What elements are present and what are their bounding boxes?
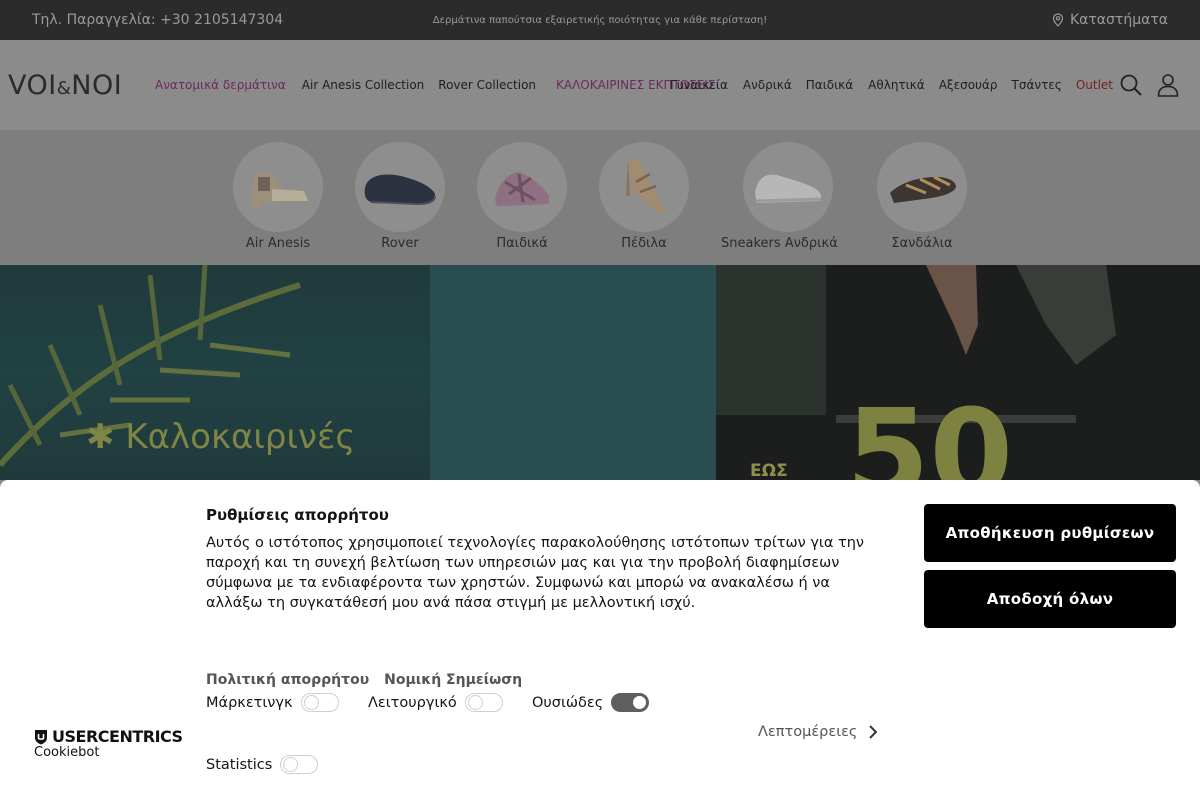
top-bar: Τηλ. Παραγγελία: +30 2105147304 Δερμάτιν… — [0, 0, 1200, 40]
chevron-right-icon — [869, 725, 878, 739]
asterisk-icon: ✱ — [86, 417, 115, 457]
flat-sandal-icon — [890, 175, 956, 203]
main-nav: Ανατομικά δερμάτινα Air Anesis Collectio… — [151, 76, 1113, 94]
save-settings-button[interactable]: Αποθήκευση ρυθμίσεων — [924, 504, 1176, 562]
category-kids[interactable]: Παιδικά — [477, 142, 567, 251]
site-logo[interactable]: VOI&NOI — [8, 70, 151, 101]
loafer-icon — [364, 174, 436, 206]
category-rover[interactable]: Rover — [355, 142, 445, 251]
order-phone[interactable]: Τηλ. Παραγγελία: +30 2105147304 — [32, 12, 283, 28]
usercentrics-logo: USERCENTRICS Cookiebot — [34, 727, 183, 760]
accept-all-button[interactable]: Αποδοχή όλων — [924, 570, 1176, 628]
stores-link[interactable]: Καταστήματα — [1052, 12, 1168, 28]
cookie-links: Πολιτική απορρήτου Νομική Σημείωση — [206, 672, 522, 688]
statistics-switch[interactable] — [280, 755, 319, 774]
nav-air-anesis[interactable]: Air Anesis Collection — [302, 78, 425, 92]
category-strip: Air Anesis Rover Παιδικά Πέδιλα Sneakers… — [0, 130, 1200, 265]
cookie-consent-panel: Ρυθμίσεις απορρήτου Αυτός ο ιστότοπος χρ… — [0, 480, 1200, 800]
heeled-sandal-icon — [250, 173, 308, 211]
hero-discount-value: 50 — [846, 385, 1013, 481]
nav-bags[interactable]: Τσάντες — [1012, 78, 1062, 92]
toggle-marketing[interactable]: Μάρκετινγκ — [206, 693, 339, 712]
marketing-switch[interactable] — [300, 693, 339, 712]
cookie-title: Ρυθμίσεις απορρήτου — [206, 506, 389, 524]
legal-notice-link[interactable]: Νομική Σημείωση — [384, 672, 522, 688]
search-icon[interactable] — [1119, 73, 1143, 97]
functional-switch[interactable] — [464, 693, 503, 712]
nav-outlet[interactable]: Outlet — [1076, 78, 1113, 92]
category-sandals[interactable]: Σανδάλια — [877, 142, 967, 251]
nav-women[interactable]: Γυναικεία — [670, 78, 728, 92]
main-header: VOI&NOI Ανατομικά δερμάτινα Air Anesis C… — [0, 40, 1200, 130]
nav-anatomic-leather[interactable]: Ανατομικά δερμάτινα — [155, 78, 286, 92]
stores-label: Καταστήματα — [1069, 12, 1168, 28]
hero-headline: ✱ Καλοκαιρινές — [86, 417, 356, 457]
nav-kids[interactable]: Παιδικά — [806, 78, 853, 92]
nav-summer-sales[interactable]: ΚΑΛΟΚΑΙΡΙΝΕΣ ΕΚΠΤΩΣΕΙΣ — [556, 76, 715, 94]
nav-sports[interactable]: Αθλητικά — [868, 78, 925, 92]
toggle-statistics[interactable]: Statistics — [206, 755, 319, 774]
cookie-description: Αυτός ο ιστότοπος χρησιμοποιεί τεχνολογί… — [206, 535, 865, 611]
essential-switch[interactable] — [611, 693, 650, 712]
category-pedila[interactable]: Πέδιλα — [599, 142, 689, 251]
toggle-essential[interactable]: Ουσιώδες — [532, 693, 650, 712]
category-air-anesis[interactable]: Air Anesis — [233, 142, 323, 251]
hero-banner-left[interactable]: ✱ Καλοκαιρινές — [0, 265, 716, 480]
kids-sandal-icon — [495, 172, 549, 206]
nav-rover[interactable]: Rover Collection — [438, 78, 536, 92]
toggle-functional[interactable]: Λειτουργικό — [368, 693, 503, 712]
sneaker-icon — [754, 174, 821, 203]
category-sneakers-men[interactable]: Sneakers Ανδρικά — [721, 142, 838, 251]
user-icon[interactable] — [1157, 73, 1179, 97]
privacy-policy-link[interactable]: Πολιτική απορρήτου — [206, 672, 369, 688]
map-pin-icon — [1052, 13, 1064, 27]
nav-accessories[interactable]: Αξεσουάρ — [939, 78, 998, 92]
shield-icon — [35, 729, 47, 744]
hero-banner-right[interactable]: ΕΩΣ 50 — [716, 265, 1200, 480]
high-heel-icon — [626, 158, 666, 214]
header-icons — [1119, 73, 1179, 97]
nav-men[interactable]: Ανδρικά — [743, 78, 792, 92]
hero-upto-label: ΕΩΣ — [750, 461, 788, 480]
details-link[interactable]: Λεπτομέρειες — [758, 724, 878, 740]
